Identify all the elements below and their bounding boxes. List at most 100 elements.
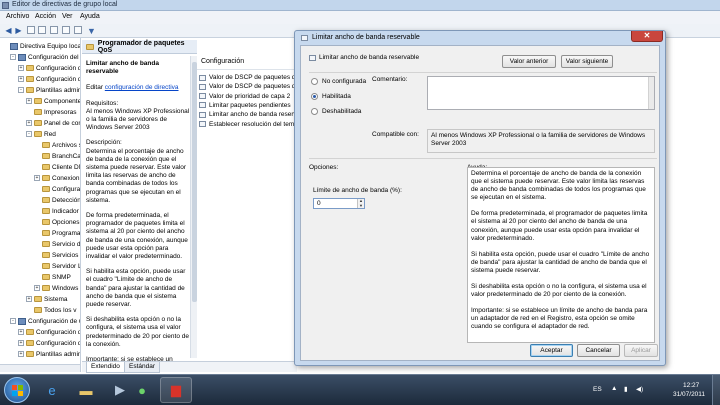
tree-item[interactable]: - Configuración de usu xyxy=(10,316,80,326)
tree-item[interactable]: BranchCa xyxy=(34,151,80,161)
tree-item[interactable]: + Sistema xyxy=(26,294,67,304)
back-arrow-icon[interactable]: ◀ xyxy=(4,26,13,35)
comment-scrollbar[interactable] xyxy=(648,77,654,109)
forward-arrow-icon[interactable]: ▶ xyxy=(14,26,23,35)
settings-list-item[interactable]: Limitar paquetes pendientes xyxy=(199,101,291,110)
menu-accion[interactable]: Acción xyxy=(35,13,56,20)
start-button[interactable] xyxy=(4,377,30,403)
show-desktop-button[interactable] xyxy=(712,375,720,405)
radio-circle-selected[interactable] xyxy=(311,93,318,100)
filter-icon[interactable]: ▼ xyxy=(87,26,96,36)
tree-item[interactable]: Todos los v xyxy=(26,305,77,315)
tree-item[interactable]: SNMP xyxy=(34,272,71,282)
expand-icon[interactable]: + xyxy=(18,76,24,82)
expand-icon[interactable]: + xyxy=(34,175,40,181)
tree-item[interactable]: - Plantillas adminis xyxy=(18,85,80,95)
network-icon[interactable]: ▮ xyxy=(624,385,628,393)
radio-circle[interactable] xyxy=(311,78,318,85)
menu-archivo[interactable]: Archivo xyxy=(6,13,29,20)
tree-item[interactable]: Archivos s xyxy=(34,140,80,150)
radio-circle[interactable] xyxy=(311,108,318,115)
collapse-icon[interactable]: - xyxy=(10,318,16,324)
properties-icon[interactable] xyxy=(74,26,82,34)
tree-item[interactable]: Servidor L xyxy=(34,261,80,271)
expand-icon[interactable]: + xyxy=(26,296,32,302)
tree-item[interactable]: - Configuración del eq xyxy=(10,52,80,62)
expand-icon[interactable]: + xyxy=(26,98,32,104)
tree-item[interactable]: Programa xyxy=(34,228,80,238)
collapse-icon[interactable]: - xyxy=(26,131,32,137)
expand-icon[interactable]: + xyxy=(34,285,40,291)
tree-item[interactable]: Detección xyxy=(34,195,80,205)
expand-icon[interactable]: + xyxy=(26,120,32,126)
up-folder-icon[interactable] xyxy=(27,26,35,34)
close-icon[interactable]: ✕ xyxy=(631,31,663,42)
tree-item[interactable]: Directiva Equipo local xyxy=(2,41,80,51)
tree-item[interactable]: + Configuración de xyxy=(18,63,80,73)
tree-item[interactable]: + Configuración de xyxy=(18,338,80,348)
export-list-icon[interactable] xyxy=(50,26,58,34)
clock-date[interactable]: 31/07/2011 xyxy=(673,391,705,398)
language-indicator[interactable]: ES xyxy=(593,386,602,393)
tree-item[interactable]: Impresoras xyxy=(26,107,77,117)
tree-item[interactable]: + Windows xyxy=(34,283,78,293)
ok-button[interactable]: Aceptar xyxy=(530,344,573,357)
tab-extendido[interactable]: Extendido xyxy=(86,362,125,373)
clock-time[interactable]: 12:27 xyxy=(683,382,699,389)
tree-item[interactable]: Configura xyxy=(34,184,80,194)
bandwidth-limit-spinbox[interactable]: 0 ▲ ▼ xyxy=(313,198,365,209)
show-tree-icon[interactable] xyxy=(38,26,46,34)
settings-column-header[interactable]: Configuración xyxy=(197,58,297,70)
scroll-thumb[interactable] xyxy=(192,62,197,302)
tree-item[interactable]: Servicio d xyxy=(34,239,80,249)
spin-arrows-icon[interactable]: ▲ ▼ xyxy=(357,198,364,208)
tree-item[interactable]: + Conexion xyxy=(34,173,79,183)
previous-setting-button[interactable]: Valor anterior xyxy=(502,55,556,68)
tree-item[interactable]: + Panel de contr xyxy=(26,118,80,128)
tree-item[interactable]: + Configuración de xyxy=(18,327,80,337)
edit-policy-link[interactable]: configuración de directiva xyxy=(105,84,179,91)
tree-item[interactable]: Opciones xyxy=(34,217,79,227)
tree-item[interactable]: + Componente xyxy=(26,96,80,106)
settings-list-item[interactable]: Valor de DSCP de paquetes que c xyxy=(199,73,308,82)
expand-icon[interactable]: + xyxy=(18,340,24,346)
tree-item[interactable]: - Red xyxy=(26,129,56,139)
bandwidth-limit-value[interactable]: 0 xyxy=(317,200,321,207)
cancel-button[interactable]: Cancelar xyxy=(577,344,620,357)
internet-explorer-icon[interactable]: e xyxy=(36,377,68,403)
tree-horizontal-scrollbar[interactable] xyxy=(0,364,80,372)
tree-item[interactable]: + Configuración de xyxy=(18,74,80,84)
extended-scrollbar[interactable] xyxy=(190,56,197,358)
tree-item[interactable]: + Plantillas adminis xyxy=(18,349,80,359)
file-explorer-icon[interactable]: ▬ xyxy=(70,377,102,403)
group-policy-task-icon[interactable]: ▆ xyxy=(160,377,192,403)
radio-enabled[interactable]: Habilitada xyxy=(311,93,351,100)
radio-not-configured[interactable]: No configurada xyxy=(311,78,366,85)
settings-list-item[interactable]: Limitar ancho de banda reservable xyxy=(199,110,309,119)
collapse-icon[interactable]: - xyxy=(10,54,16,60)
comment-textarea[interactable] xyxy=(427,76,655,110)
menu-ver[interactable]: Ver xyxy=(62,13,73,20)
chrome-icon[interactable]: ● xyxy=(126,377,158,403)
expand-icon[interactable]: + xyxy=(18,351,24,357)
settings-list-item[interactable]: Valor de DSCP de paquetes que c xyxy=(199,82,308,91)
settings-list-item[interactable]: Establecer resolución del tempo xyxy=(199,120,302,129)
help-icon[interactable] xyxy=(62,26,70,34)
tree-item[interactable]: Cliente DN xyxy=(34,162,80,172)
apply-button[interactable]: Aplicar xyxy=(624,344,658,357)
supported-on-box: Al menos Windows XP Professional o la fa… xyxy=(427,129,655,153)
collapse-icon[interactable]: - xyxy=(18,87,24,93)
tab-estandar[interactable]: Estándar xyxy=(124,362,161,373)
settings-list-label: Valor de DSCP de paquetes que c xyxy=(209,83,308,91)
menu-ayuda[interactable]: Ayuda xyxy=(80,13,100,20)
options-panel: Límite de ancho de banda (%): 0 ▲ ▼ xyxy=(309,176,464,352)
tree-item[interactable]: Servicios xyxy=(34,250,78,260)
expand-icon[interactable]: + xyxy=(18,65,24,71)
expand-icon[interactable]: + xyxy=(18,329,24,335)
next-setting-button[interactable]: Valor siguiente xyxy=(561,55,613,68)
radio-disabled[interactable]: Deshabilitada xyxy=(311,108,361,115)
tray-arrow-icon[interactable]: ▲ xyxy=(611,385,617,392)
tree-item[interactable]: Indicador xyxy=(34,206,79,216)
settings-list-item[interactable]: Valor de prioridad de capa 2 xyxy=(199,92,290,101)
volume-icon[interactable]: ◀) xyxy=(636,385,643,393)
